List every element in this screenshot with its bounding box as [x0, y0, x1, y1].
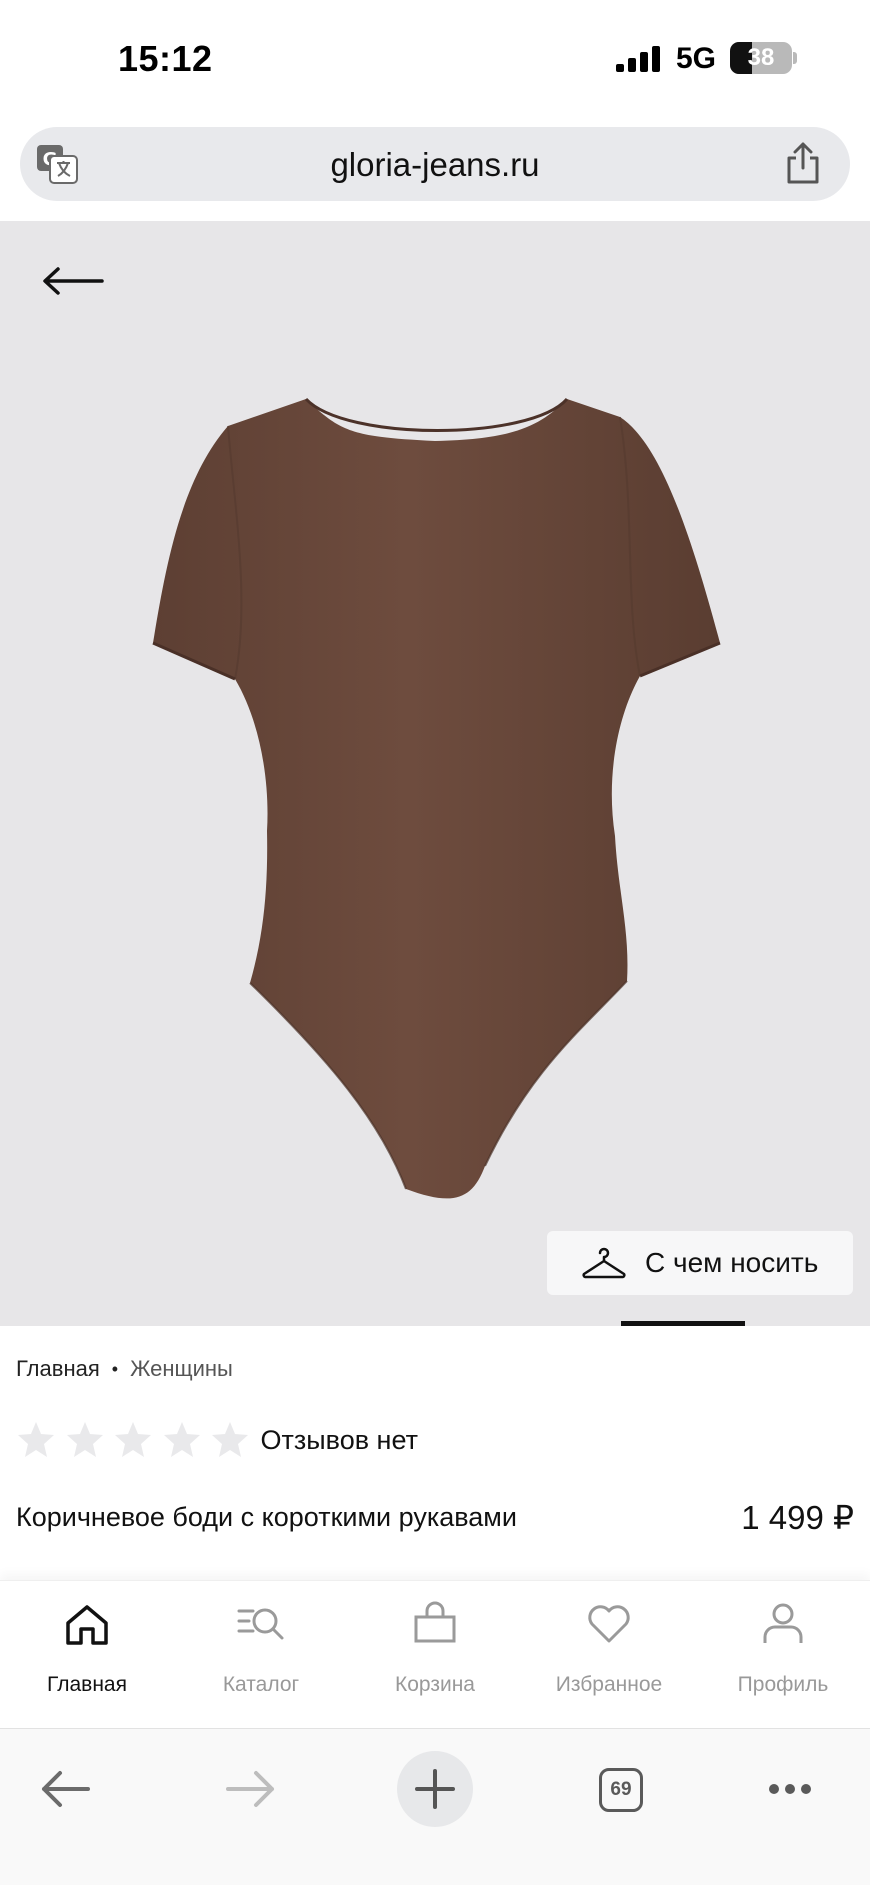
app-bottom-nav: Главная Каталог Корзина Избранное Профил… [0, 1580, 870, 1728]
share-icon[interactable] [784, 142, 822, 184]
star-icon [212, 1422, 248, 1457]
product-title-row: Коричневое боди с короткими рукавами 1 4… [16, 1498, 854, 1537]
breadcrumb-women[interactable]: Женщины [130, 1356, 233, 1382]
status-bar: 15:12 5G 38 [0, 0, 870, 118]
breadcrumb-separator: • [111, 1358, 119, 1379]
product-title: Коричневое боди с короткими рукавами [16, 1502, 517, 1532]
new-tab-button[interactable] [397, 1751, 473, 1827]
what-to-wear-button[interactable]: С чем носить [547, 1231, 853, 1295]
profile-icon [763, 1603, 803, 1643]
signal-icon [616, 46, 660, 72]
nav-label-catalog: Каталог [222, 1673, 300, 1696]
hanger-icon [582, 1247, 626, 1279]
network-type: 5G [676, 42, 717, 75]
catalog-search-icon [237, 1608, 284, 1640]
bag-icon [414, 1601, 456, 1643]
status-time: 15:12 [118, 38, 213, 79]
nav-item-profile[interactable]: Профиль [696, 1581, 870, 1729]
address-bar[interactable]: G gloria-jeans.ru [20, 127, 850, 201]
breadcrumb: Главная • Женщины [16, 1356, 233, 1382]
browser-toolbar: 69 [0, 1728, 870, 1885]
browser-forward-icon[interactable] [212, 1751, 288, 1827]
star-icon [18, 1422, 54, 1457]
browser-back-icon[interactable] [28, 1751, 104, 1827]
plus-icon [415, 1769, 455, 1809]
star-icon [163, 1422, 200, 1457]
more-options-icon[interactable] [752, 1751, 828, 1827]
product-price: 1 499 ₽ [741, 1499, 854, 1536]
product-gallery[interactable]: С чем носить [0, 221, 870, 1326]
heart-icon [588, 1605, 630, 1643]
tabs-count: 69 [599, 1768, 643, 1812]
rating[interactable]: Отзывов нет [16, 1420, 418, 1460]
what-to-wear-label: С чем носить [645, 1247, 819, 1278]
reviews-text[interactable]: Отзывов нет [261, 1425, 418, 1456]
home-icon [66, 1605, 108, 1645]
nav-item-catalog[interactable]: Каталог [174, 1581, 348, 1729]
nav-item-favorites[interactable]: Избранное [522, 1581, 696, 1729]
product-image-bodysuit[interactable] [140, 371, 730, 1206]
battery-tip [793, 52, 797, 64]
battery-icon: 38 [730, 42, 792, 74]
star-icon [115, 1422, 151, 1457]
nav-item-home[interactable]: Главная [0, 1581, 174, 1729]
nav-label-home: Главная [47, 1673, 127, 1696]
tabs-button[interactable]: 69 [582, 1751, 658, 1827]
nav-item-cart[interactable]: Корзина [348, 1581, 522, 1729]
nav-label-cart: Корзина [395, 1673, 475, 1696]
nav-label-profile: Профиль [737, 1673, 829, 1696]
url-text[interactable]: gloria-jeans.ru [20, 146, 850, 184]
back-arrow-icon[interactable] [40, 261, 108, 301]
nav-label-favorites: Избранное [555, 1673, 663, 1696]
slide-indicator [621, 1321, 745, 1326]
battery-level: 38 [747, 44, 775, 71]
breadcrumb-home[interactable]: Главная [16, 1356, 100, 1382]
star-icon [66, 1422, 103, 1457]
